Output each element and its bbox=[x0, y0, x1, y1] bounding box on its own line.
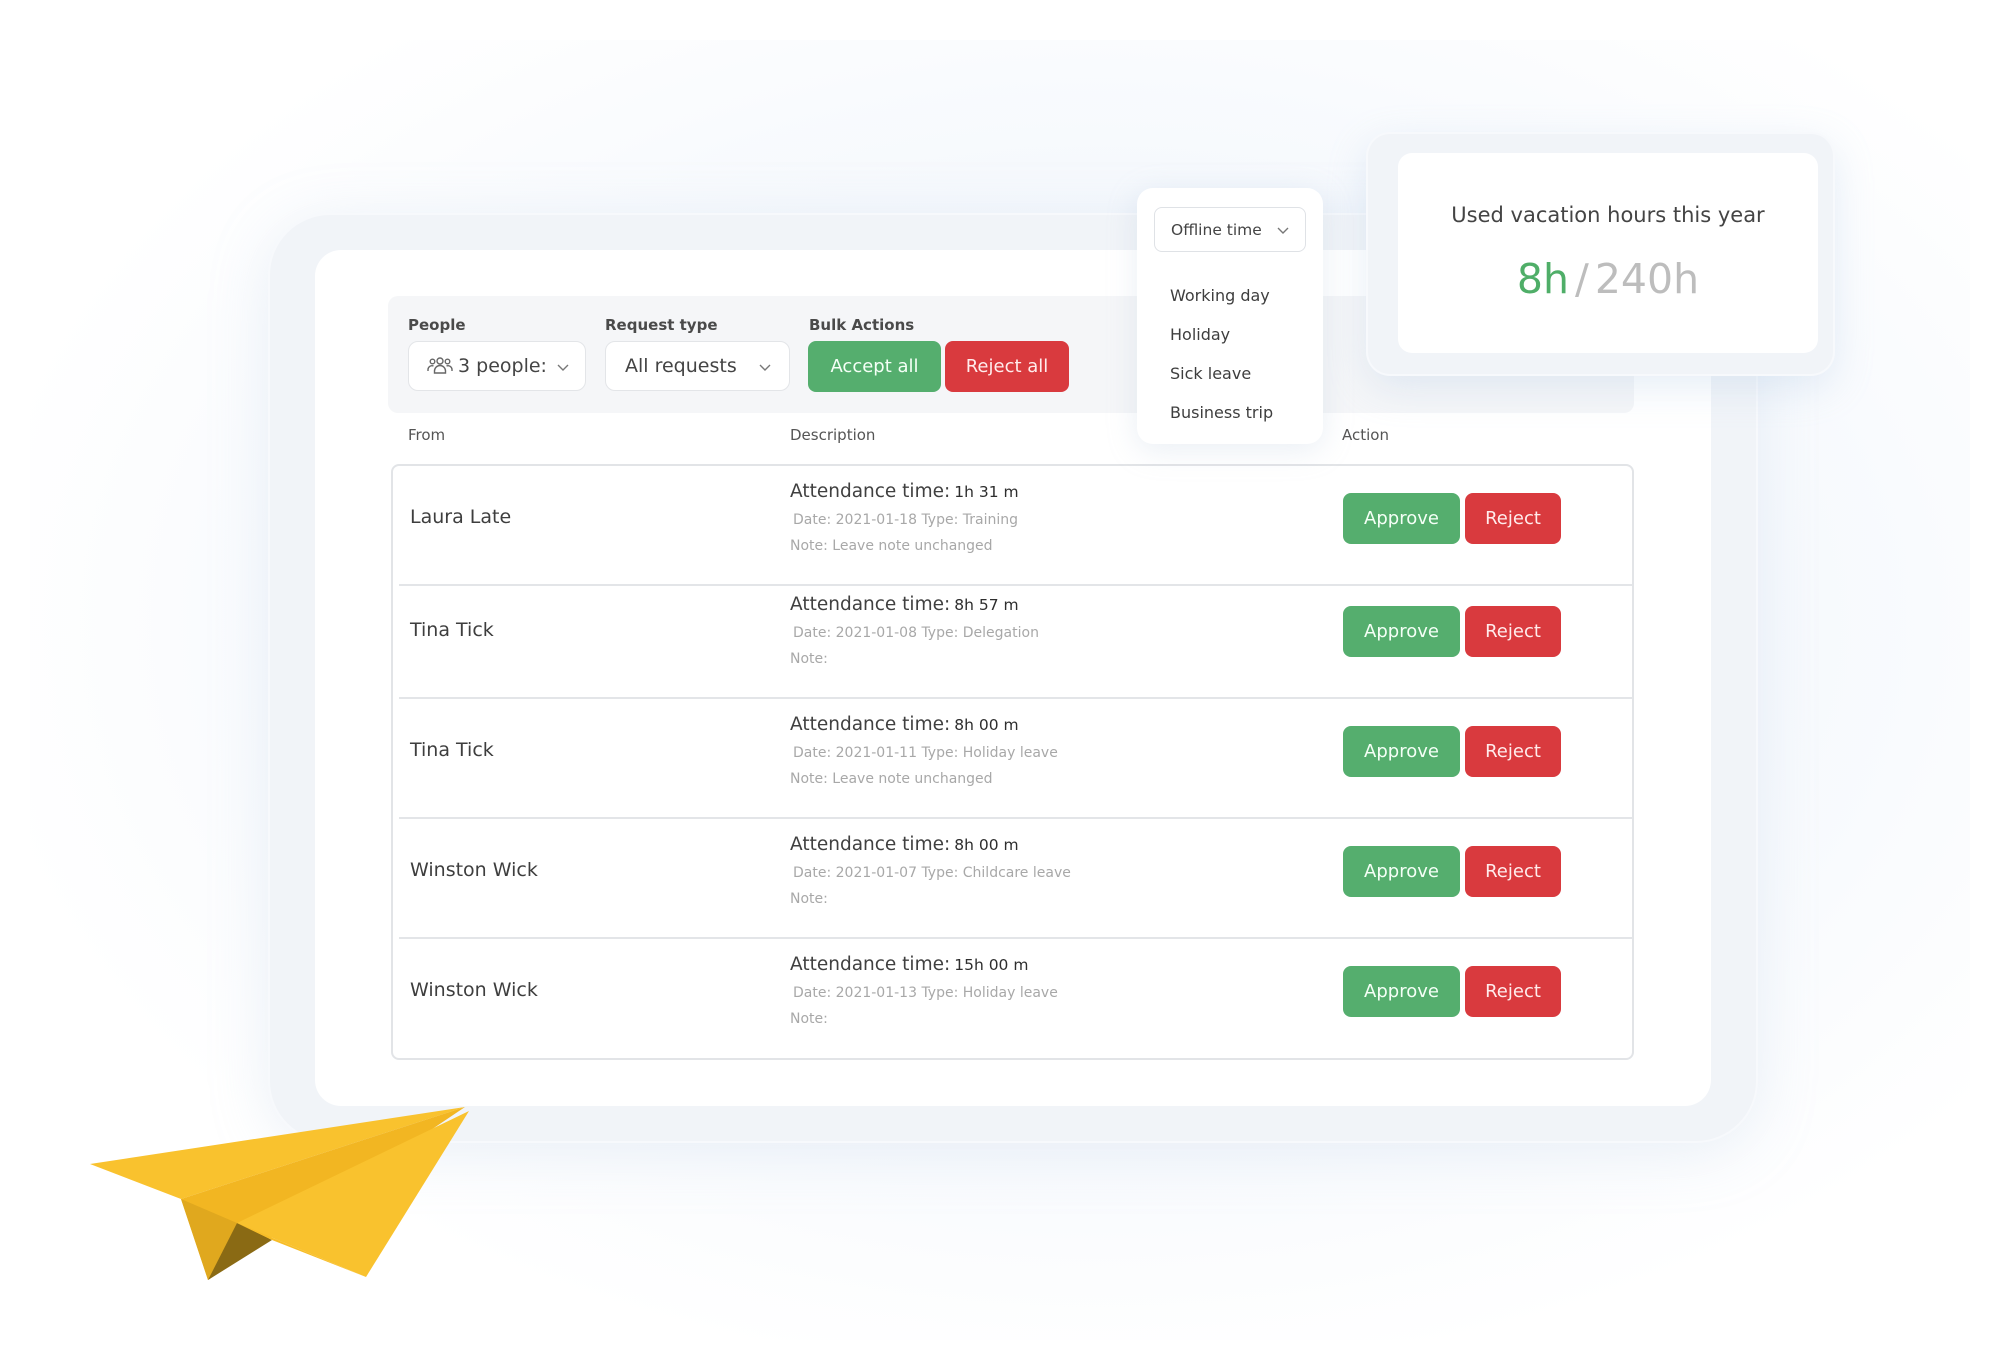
approve-button[interactable]: Approve bbox=[1343, 726, 1460, 777]
request-note: Note: bbox=[790, 1011, 828, 1027]
offline-time-dropdown: Offline time Working day Holiday Sick le… bbox=[1137, 188, 1323, 444]
column-header-from: From bbox=[408, 426, 446, 444]
offline-time-select[interactable]: Offline time bbox=[1154, 207, 1306, 252]
vacation-separator: / bbox=[1575, 255, 1589, 303]
attendance-value: 8h 00 m bbox=[954, 836, 1019, 854]
request-meta: Date: 2021-01-08 Type: Delegation bbox=[793, 625, 1039, 641]
request-note: Note: bbox=[790, 891, 828, 907]
dropdown-option-working-day[interactable]: Working day bbox=[1170, 286, 1270, 305]
attendance-value: 8h 00 m bbox=[954, 716, 1019, 734]
request-type-value: All requests bbox=[625, 355, 737, 377]
dropdown-option-sick-leave[interactable]: Sick leave bbox=[1170, 364, 1251, 383]
dropdown-option-business-trip[interactable]: Business trip bbox=[1170, 403, 1273, 422]
requester-name: Laura Late bbox=[410, 506, 512, 528]
attendance-label: Attendance time: bbox=[790, 481, 951, 502]
chevron-down-icon bbox=[759, 364, 771, 371]
attendance-time: Attendance time: 8h 00 m bbox=[790, 714, 1019, 735]
table-row: Laura Late Attendance time: 1h 31 m Date:… bbox=[393, 466, 1632, 586]
request-note: Note: Leave note unchanged bbox=[790, 771, 993, 787]
attendance-time: Attendance time: 1h 31 m bbox=[790, 481, 1019, 502]
people-filter-label: People bbox=[408, 316, 466, 334]
approve-button[interactable]: Approve bbox=[1343, 966, 1460, 1017]
approve-button[interactable]: Approve bbox=[1343, 606, 1460, 657]
attendance-value: 15h 00 m bbox=[954, 956, 1029, 974]
table-row: Winston Wick Attendance time: 8h 00 m Dat… bbox=[393, 819, 1632, 939]
table-row: Tina Tick Attendance time: 8h 57 m Date: … bbox=[393, 579, 1632, 699]
dropdown-option-holiday[interactable]: Holiday bbox=[1170, 325, 1230, 344]
reject-button[interactable]: Reject bbox=[1465, 606, 1561, 657]
attendance-label: Attendance time: bbox=[790, 834, 951, 855]
requests-table: Laura Late Attendance time: 1h 31 m Date:… bbox=[391, 464, 1634, 1060]
request-type-select[interactable]: All requests bbox=[605, 341, 790, 391]
request-type-label: Request type bbox=[605, 316, 718, 334]
request-meta: Date: 2021-01-07 Type: Childcare leave bbox=[793, 865, 1071, 881]
attendance-label: Attendance time: bbox=[790, 954, 951, 975]
request-meta: Date: 2021-01-18 Type: Training bbox=[793, 512, 1019, 528]
requester-name: Winston Wick bbox=[410, 979, 538, 1001]
request-note: Note: bbox=[790, 651, 828, 667]
offline-time-value: Offline time bbox=[1171, 220, 1262, 239]
accept-all-button[interactable]: Accept all bbox=[808, 341, 941, 392]
table-row: Tina Tick Attendance time: 8h 00 m Date: … bbox=[393, 699, 1632, 819]
people-select-value: 3 people: bbox=[458, 355, 547, 377]
request-note: Note: Leave note unchanged bbox=[790, 538, 993, 554]
requester-name: Tina Tick bbox=[410, 739, 494, 761]
attendance-time: Attendance time: 8h 57 m bbox=[790, 594, 1019, 615]
reject-button[interactable]: Reject bbox=[1465, 846, 1561, 897]
requester-name: Tina Tick bbox=[410, 619, 494, 641]
reject-button[interactable]: Reject bbox=[1465, 966, 1561, 1017]
people-icon bbox=[427, 356, 453, 376]
chevron-down-icon bbox=[1277, 227, 1289, 234]
table-row: Winston Wick Attendance time: 15h 00 m Da… bbox=[393, 939, 1632, 1059]
attendance-time: Attendance time: 8h 00 m bbox=[790, 834, 1019, 855]
request-meta: Date: 2021-01-13 Type: Holiday leave bbox=[793, 985, 1058, 1001]
vacation-used-hours: 8h bbox=[1516, 255, 1569, 303]
approve-button[interactable]: Approve bbox=[1343, 493, 1460, 544]
people-select[interactable]: 3 people: bbox=[408, 341, 586, 391]
requester-name: Winston Wick bbox=[410, 859, 538, 881]
reject-button[interactable]: Reject bbox=[1465, 726, 1561, 777]
vacation-hours-value: 8h/240h bbox=[1398, 255, 1818, 303]
attendance-value: 1h 31 m bbox=[954, 483, 1019, 501]
attendance-label: Attendance time: bbox=[790, 714, 951, 735]
attendance-time: Attendance time: 15h 00 m bbox=[790, 954, 1028, 975]
column-header-action: Action bbox=[1342, 426, 1389, 444]
attendance-label: Attendance time: bbox=[790, 594, 951, 615]
vacation-card-title: Used vacation hours this year bbox=[1451, 203, 1765, 227]
reject-button[interactable]: Reject bbox=[1465, 493, 1561, 544]
column-header-description: Description bbox=[790, 426, 876, 444]
chevron-down-icon bbox=[557, 364, 569, 371]
bulk-actions-label: Bulk Actions bbox=[809, 316, 915, 334]
paper-plane-icon bbox=[90, 1107, 469, 1280]
vacation-total-hours: 240h bbox=[1594, 255, 1700, 303]
vacation-card: Used vacation hours this year 8h/240h bbox=[1398, 153, 1818, 353]
request-meta: Date: 2021-01-11 Type: Holiday leave bbox=[793, 745, 1058, 761]
approve-button[interactable]: Approve bbox=[1343, 846, 1460, 897]
reject-all-button[interactable]: Reject all bbox=[945, 341, 1069, 392]
attendance-value: 8h 57 m bbox=[954, 596, 1019, 614]
